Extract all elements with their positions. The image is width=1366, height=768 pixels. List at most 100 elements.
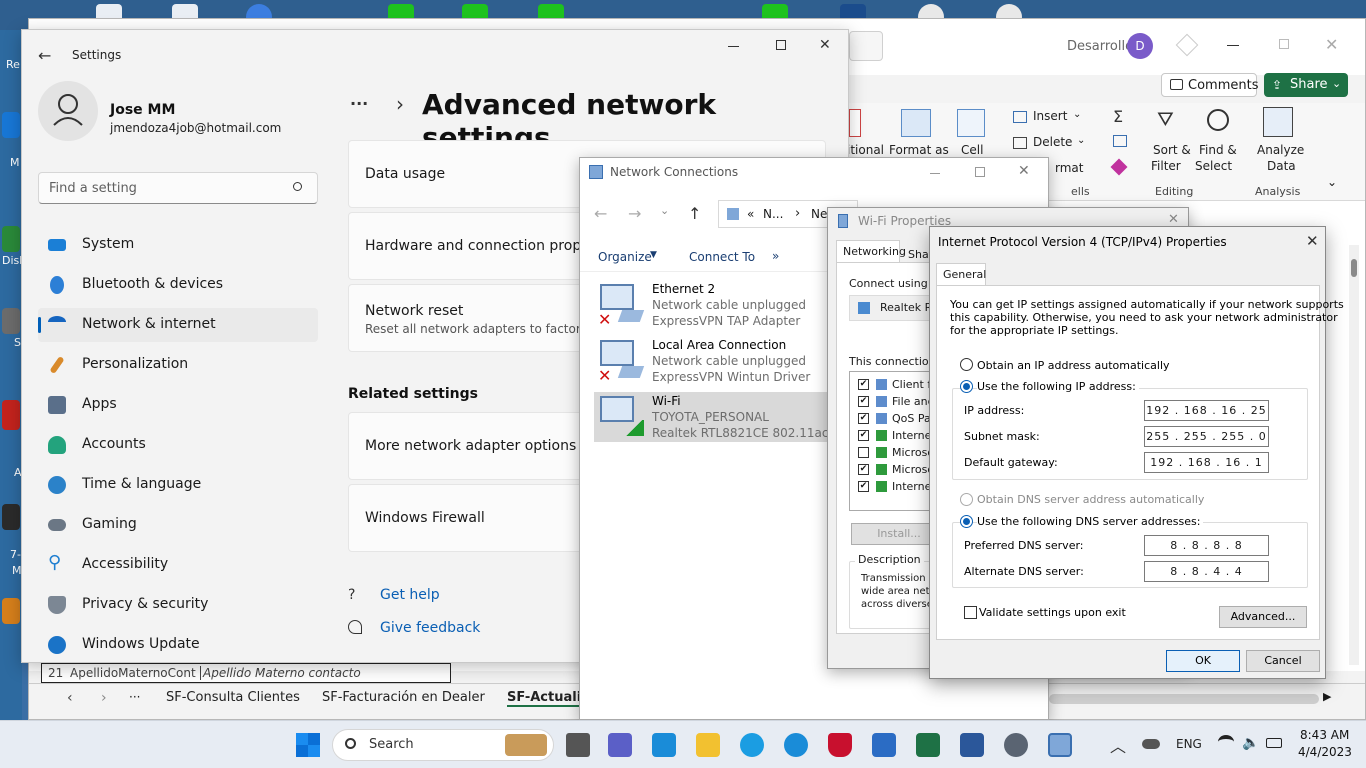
obtain-dns-auto-radio[interactable] — [960, 493, 973, 506]
tab-networking[interactable]: Networking — [836, 240, 906, 262]
edge-icon[interactable] — [740, 733, 764, 757]
maximize-icon[interactable] — [776, 40, 786, 50]
tab-sf-facturacion[interactable]: SF-Facturación en Dealer — [322, 690, 485, 705]
horizontal-scrollbar[interactable] — [1049, 694, 1319, 704]
forward-icon[interactable]: → — [628, 204, 641, 223]
cell-styles-icon[interactable] — [957, 109, 985, 137]
desktop-icon[interactable] — [2, 504, 20, 530]
ribbon-filter-label[interactable]: Filter — [1151, 159, 1181, 173]
analyze-data-icon[interactable] — [1263, 107, 1293, 137]
list-item[interactable]: ✕ Ethernet 2 Network cable unplugged Exp… — [594, 280, 834, 332]
maximize-icon[interactable] — [975, 167, 985, 177]
advanced-button[interactable]: Advanced... — [1219, 606, 1307, 628]
battery-icon[interactable] — [1266, 738, 1282, 748]
cell-a[interactable]: ApellidoMaternoConta — [70, 666, 196, 680]
tab-sf-consulta-clientes[interactable]: SF-Consulta Clientes — [166, 690, 300, 705]
tab-more[interactable]: ··· — [129, 690, 140, 704]
obtain-dns-auto-label[interactable]: Obtain DNS server address automatically — [977, 493, 1204, 506]
get-help-link[interactable]: Get help — [380, 587, 440, 603]
comments-button[interactable]: Comments — [1161, 73, 1258, 97]
give-feedback-link[interactable]: Give feedback — [380, 620, 480, 636]
sidebar-item-privacy[interactable]: Privacy & security — [38, 588, 318, 622]
maximize-icon[interactable] — [1279, 39, 1289, 49]
ribbon-insert-label[interactable]: Insert — [1033, 109, 1067, 123]
use-following-dns-radio[interactable] — [960, 515, 973, 528]
checkbox[interactable]: ✔ — [858, 413, 869, 424]
sort-filter-icon[interactable]: ⛛ — [1157, 107, 1174, 131]
ribbon-format-label[interactable]: rmat — [1055, 161, 1083, 175]
ribbon-find-label[interactable]: Find & — [1199, 143, 1237, 157]
component-row[interactable]: ✔ QoS Pa — [858, 411, 938, 427]
chevron-down-icon[interactable]: ⌄ — [660, 204, 669, 217]
find-icon[interactable] — [1207, 109, 1229, 131]
cloud-icon[interactable] — [1142, 739, 1160, 749]
file-explorer-icon[interactable] — [696, 733, 720, 757]
wifi-icon[interactable] — [1218, 735, 1234, 749]
component-row[interactable]: ✔ Microso — [858, 462, 938, 478]
close-icon[interactable]: ✕ — [1018, 163, 1030, 179]
alternate-dns-field[interactable]: 8 . 8 . 4 . 4 — [1144, 561, 1269, 582]
subnet-mask-field[interactable]: 255 . 255 . 255 . 0 — [1144, 426, 1269, 447]
scrollbar-thumb[interactable] — [1351, 259, 1357, 277]
cell-b[interactable]: Apellido Materno contacto — [200, 666, 361, 680]
close-icon[interactable]: ✕ — [1325, 35, 1338, 54]
back-arrow-icon[interactable]: ← — [38, 46, 51, 65]
checkbox[interactable]: ✔ — [858, 464, 869, 475]
organize-button[interactable]: Organize — [598, 250, 652, 264]
sidebar-item-accounts[interactable]: Accounts — [38, 428, 318, 462]
network-connections-icon[interactable] — [1048, 733, 1072, 757]
chevron-down-icon[interactable]: ⌄ — [1077, 135, 1085, 146]
task-view-icon[interactable] — [566, 733, 590, 757]
component-row[interactable]: ✔ File and — [858, 394, 938, 410]
avatar[interactable] — [38, 81, 98, 141]
ribbon-sort-label[interactable]: Sort & — [1153, 143, 1191, 157]
tab-prev-icon[interactable]: ‹ — [67, 690, 73, 706]
language-indicator[interactable]: ENG — [1176, 737, 1202, 751]
sidebar-item-windows-update[interactable]: Windows Update — [38, 628, 318, 662]
use-following-ip-label[interactable]: Use the following IP address: — [977, 380, 1139, 393]
table-row[interactable]: 21 ApellidoMaternoConta Apellido Materno… — [41, 663, 451, 683]
up-icon[interactable]: ↑ — [688, 204, 701, 223]
desktop-icon[interactable] — [2, 598, 20, 624]
more-button[interactable]: » — [772, 249, 779, 263]
default-gateway-field[interactable]: 192 . 168 . 16 . 1 — [1144, 452, 1269, 473]
component-row[interactable]: ✔ Internet — [858, 428, 938, 444]
checkbox[interactable]: ✔ — [858, 379, 869, 390]
conditional-format-icon[interactable] — [849, 109, 861, 137]
myhp-icon[interactable] — [652, 733, 676, 757]
mcafee-icon[interactable] — [828, 733, 852, 757]
minimize-icon[interactable] — [728, 46, 739, 47]
autosum-icon[interactable]: Σ — [1113, 107, 1123, 126]
teams-icon[interactable] — [608, 733, 632, 757]
ribbon-data-label[interactable]: Data — [1267, 159, 1296, 173]
share-button[interactable]: ⇪ Share ⌄ — [1264, 73, 1348, 97]
clock-time[interactable]: 8:43 AM — [1300, 728, 1349, 742]
pen-icon[interactable] — [1175, 33, 1199, 57]
back-icon[interactable]: ← — [594, 204, 607, 223]
store-icon[interactable] — [872, 733, 896, 757]
close-icon[interactable]: ✕ — [1168, 212, 1179, 227]
tab-next-icon[interactable]: › — [101, 690, 107, 706]
ribbon-select-label[interactable]: Select — [1195, 159, 1232, 173]
cancel-button[interactable]: Cancel — [1246, 650, 1320, 672]
component-row[interactable]: ✔ Internet — [858, 479, 938, 495]
list-item[interactable]: ✕ Local Area Connection Network cable un… — [594, 336, 834, 388]
sidebar-item-network[interactable]: Network & internet — [38, 308, 318, 342]
chevron-down-icon[interactable]: ⌄ — [1327, 175, 1337, 189]
sidebar-item-gaming[interactable]: Gaming — [38, 508, 318, 542]
delete-icon[interactable] — [1013, 137, 1027, 149]
checkbox[interactable]: ✔ — [858, 481, 869, 492]
ribbon-delete-label[interactable]: Delete — [1033, 135, 1072, 149]
tab-general[interactable]: General — [936, 263, 986, 285]
format-as-table-icon[interactable] — [901, 109, 931, 137]
sidebar-item-time-language[interactable]: Time & language — [38, 468, 318, 502]
volume-icon[interactable]: 🔈 — [1242, 735, 1259, 751]
checkbox[interactable]: ✔ — [858, 396, 869, 407]
chevron-down-icon[interactable]: ⌄ — [1073, 109, 1081, 120]
avatar[interactable]: D — [1127, 33, 1153, 59]
insert-icon[interactable] — [1013, 111, 1027, 123]
use-following-dns-label[interactable]: Use the following DNS server addresses: — [977, 515, 1204, 528]
component-row[interactable]: ✔ Client fo — [858, 377, 938, 393]
start-icon[interactable] — [296, 733, 320, 757]
ribbon-format-as-label[interactable]: Format as — [889, 143, 949, 157]
